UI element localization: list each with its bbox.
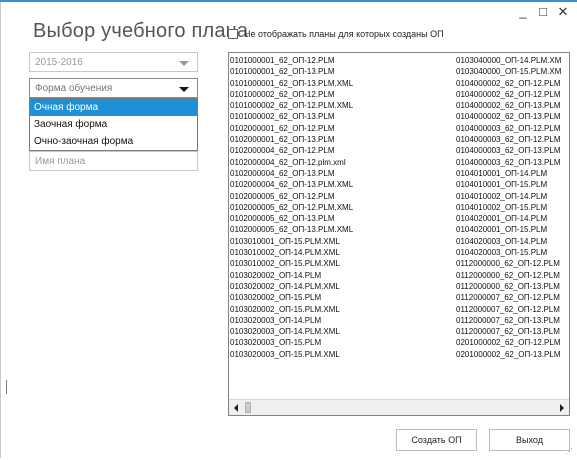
list-item[interactable]: 0101000002_62_ОП-12.PLM	[230, 89, 456, 100]
list-item[interactable]: 0112000000_62_ОП-12.PLM	[456, 258, 569, 269]
list-item[interactable]: 0104000003_62_ОП-13.PLM	[456, 157, 569, 168]
list-item[interactable]: 0103020002_ОП-15.PLM	[230, 292, 456, 303]
list-item[interactable]: 0103010002_ОП-14.PLM.XML	[230, 247, 456, 258]
list-item[interactable]: 0104000002_62_ОП-12.PLM	[456, 78, 569, 89]
chevron-down-icon	[179, 61, 189, 66]
year-select[interactable]: 2015-2016	[29, 52, 198, 72]
list-item[interactable]: 0104000002_62_ОП-13.PLM	[456, 111, 569, 122]
list-item[interactable]: 0104010001_ОП-14.PLM	[456, 168, 569, 179]
list-item[interactable]: 0102000005_62_ОП-12.PLM	[230, 191, 456, 202]
list-item[interactable]: 0103020002_ОП-14.PLM.XML	[230, 281, 456, 292]
scroll-right-button[interactable]	[554, 401, 569, 414]
list-item[interactable]: 0104020001_ОП-14.PLM	[456, 213, 569, 224]
list-item[interactable]: 0112000007_62_ОП-13.PLM	[456, 326, 569, 337]
list-item[interactable]: 0103020002_ОП-14.PLM	[230, 270, 456, 281]
list-item[interactable]: 0112000000_62_ОП-12.PLM	[456, 270, 569, 281]
exit-button[interactable]: Выход	[489, 429, 570, 451]
study-form-option[interactable]: Очно-заочная форма	[30, 133, 197, 150]
list-item[interactable]: 0112000007_62_ОП-12.PLM	[456, 292, 569, 303]
list-item[interactable]: 0103040000_ОП-15.PLM.XM	[456, 66, 569, 77]
list-item[interactable]: 0103020003_ОП-15.PLM.XML	[230, 349, 456, 360]
window-left-border	[0, 2, 1, 458]
hide-plans-option[interactable]: Не отображать планы для которых созданы …	[228, 29, 444, 39]
list-item[interactable]: 0103040000_ОП-14.PLM.XM	[456, 55, 569, 66]
list-item[interactable]: 0104000003_62_ОП-13.PLM	[456, 145, 569, 156]
list-item[interactable]: 0104000003_62_ОП-12.PLM	[456, 134, 569, 145]
study-form-dropdown: Очная форма Заочная форма Очно-заочная фор…	[29, 98, 198, 151]
study-form-placeholder: Форма обучения	[35, 83, 113, 94]
list-item[interactable]: 0101000002_62_ОП-13.PLM	[230, 111, 456, 122]
resize-grip-icon[interactable]: ⋰	[565, 448, 573, 456]
list-item[interactable]: 0201000002_62_ОП-13.PLM	[456, 349, 569, 360]
list-item[interactable]: 0103010001_ОП-15.PLM.XML	[230, 236, 456, 247]
window-edge-marker	[6, 380, 7, 394]
list-item[interactable]: 0104000002_62_ОП-12.PLM	[456, 89, 569, 100]
list-item[interactable]: 0102000005_62_ОП-13.PLM.XML	[230, 224, 456, 235]
list-item[interactable]: 0104010001_ОП-15.PLM	[456, 179, 569, 190]
page-title: Выбор учебного плана	[33, 20, 249, 42]
year-select-value: 2015-2016	[35, 57, 83, 68]
plan-list-content: 0101000001_62_ОП-12.PLM 0101000001_62_ОП-…	[229, 55, 569, 398]
chevron-down-icon	[179, 87, 189, 92]
hide-plans-label: Не отображать планы для которых созданы …	[244, 29, 444, 39]
list-item[interactable]: 0102000005_62_ОП-13.PLM	[230, 213, 456, 224]
window-accent-bar	[0, 0, 577, 2]
list-item[interactable]: 0103010002_ОП-15.PLM.XML	[230, 258, 456, 269]
study-form-select[interactable]: Форма обучения	[29, 78, 198, 98]
list-item[interactable]: 0102000004_62_ОП-12.plm.xml	[230, 157, 456, 168]
list-item[interactable]: 0103020003_ОП-14.PLM.XML	[230, 326, 456, 337]
hide-plans-checkbox[interactable]	[228, 29, 238, 39]
list-item[interactable]: 0112000007_62_ОП-12.PLM	[456, 304, 569, 315]
list-item[interactable]: 0104010002_ОП-14.PLM	[456, 191, 569, 202]
maximize-button[interactable]: □	[537, 4, 549, 20]
plan-name-placeholder: Имя плана	[35, 156, 86, 167]
scroll-left-button[interactable]	[229, 401, 244, 414]
horizontal-scrollbar[interactable]	[229, 399, 569, 415]
close-button[interactable]: ✕	[557, 4, 569, 20]
list-item[interactable]: 0103020003_ОП-15.PLM	[230, 337, 456, 348]
list-item[interactable]: 0102000004_62_ОП-13.PLM.XML	[230, 179, 456, 190]
scrollbar-thumb[interactable]	[245, 402, 251, 413]
list-item[interactable]: 0102000001_62_ОП-12.PLM	[230, 123, 456, 134]
list-item[interactable]: 0103020002_ОП-15.PLM.XML	[230, 304, 456, 315]
create-op-button[interactable]: Создать ОП	[396, 429, 477, 451]
list-item[interactable]: 0102000005_62_ОП-12.PLM.XML	[230, 202, 456, 213]
list-item[interactable]: 0104000002_62_ОП-13.PLM	[456, 100, 569, 111]
list-item[interactable]: 0102000004_62_ОП-12.PLM	[230, 145, 456, 156]
list-item[interactable]: 0104010002_ОП-15.PLM	[456, 202, 569, 213]
list-item[interactable]: 0104020003_ОП-15.PLM	[456, 247, 569, 258]
arrow-right-icon	[560, 404, 564, 412]
list-item[interactable]: 0112000007_62_ОП-13.PLM	[456, 315, 569, 326]
list-item[interactable]: 0201000002_62_ОП-12.PLM	[456, 337, 569, 348]
study-form-option[interactable]: Заочная форма	[30, 116, 197, 133]
list-item[interactable]: 0103020003_ОП-14.PLM	[230, 315, 456, 326]
plan-list-column-1: 0101000001_62_ОП-12.PLM 0101000001_62_ОП-…	[230, 55, 456, 360]
study-form-option[interactable]: Очная форма	[30, 99, 197, 116]
list-item[interactable]: 0112000000_62_ОП-13.PLM	[456, 281, 569, 292]
arrow-left-icon	[234, 404, 238, 412]
list-item[interactable]: 0102000004_62_ОП-13.PLM	[230, 168, 456, 179]
list-item[interactable]: 0104020003_ОП-14.PLM	[456, 236, 569, 247]
list-item[interactable]: 0104000003_62_ОП-12.PLM	[456, 123, 569, 134]
list-item[interactable]: 0101000001_62_ОП-13.PLM.XML	[230, 78, 456, 89]
plan-list[interactable]: 0101000001_62_ОП-12.PLM 0101000001_62_ОП-…	[228, 52, 570, 416]
list-item[interactable]: 0102000001_62_ОП-13.PLM	[230, 134, 456, 145]
list-item[interactable]: 0104020001_ОП-15.PLM	[456, 224, 569, 235]
list-item[interactable]: 0101000002_62_ОП-12.PLM.XML	[230, 100, 456, 111]
list-item[interactable]: 0101000001_62_ОП-12.PLM	[230, 55, 456, 66]
plan-name-input[interactable]: Имя плана	[29, 151, 198, 171]
window-controls: _ □ ✕	[517, 4, 569, 20]
list-item[interactable]: 0101000001_62_ОП-13.PLM	[230, 66, 456, 77]
minimize-button[interactable]: _	[517, 4, 529, 20]
plan-list-column-2: 0103040000_ОП-14.PLM.XM 0103040000_ОП-15.…	[456, 55, 569, 360]
